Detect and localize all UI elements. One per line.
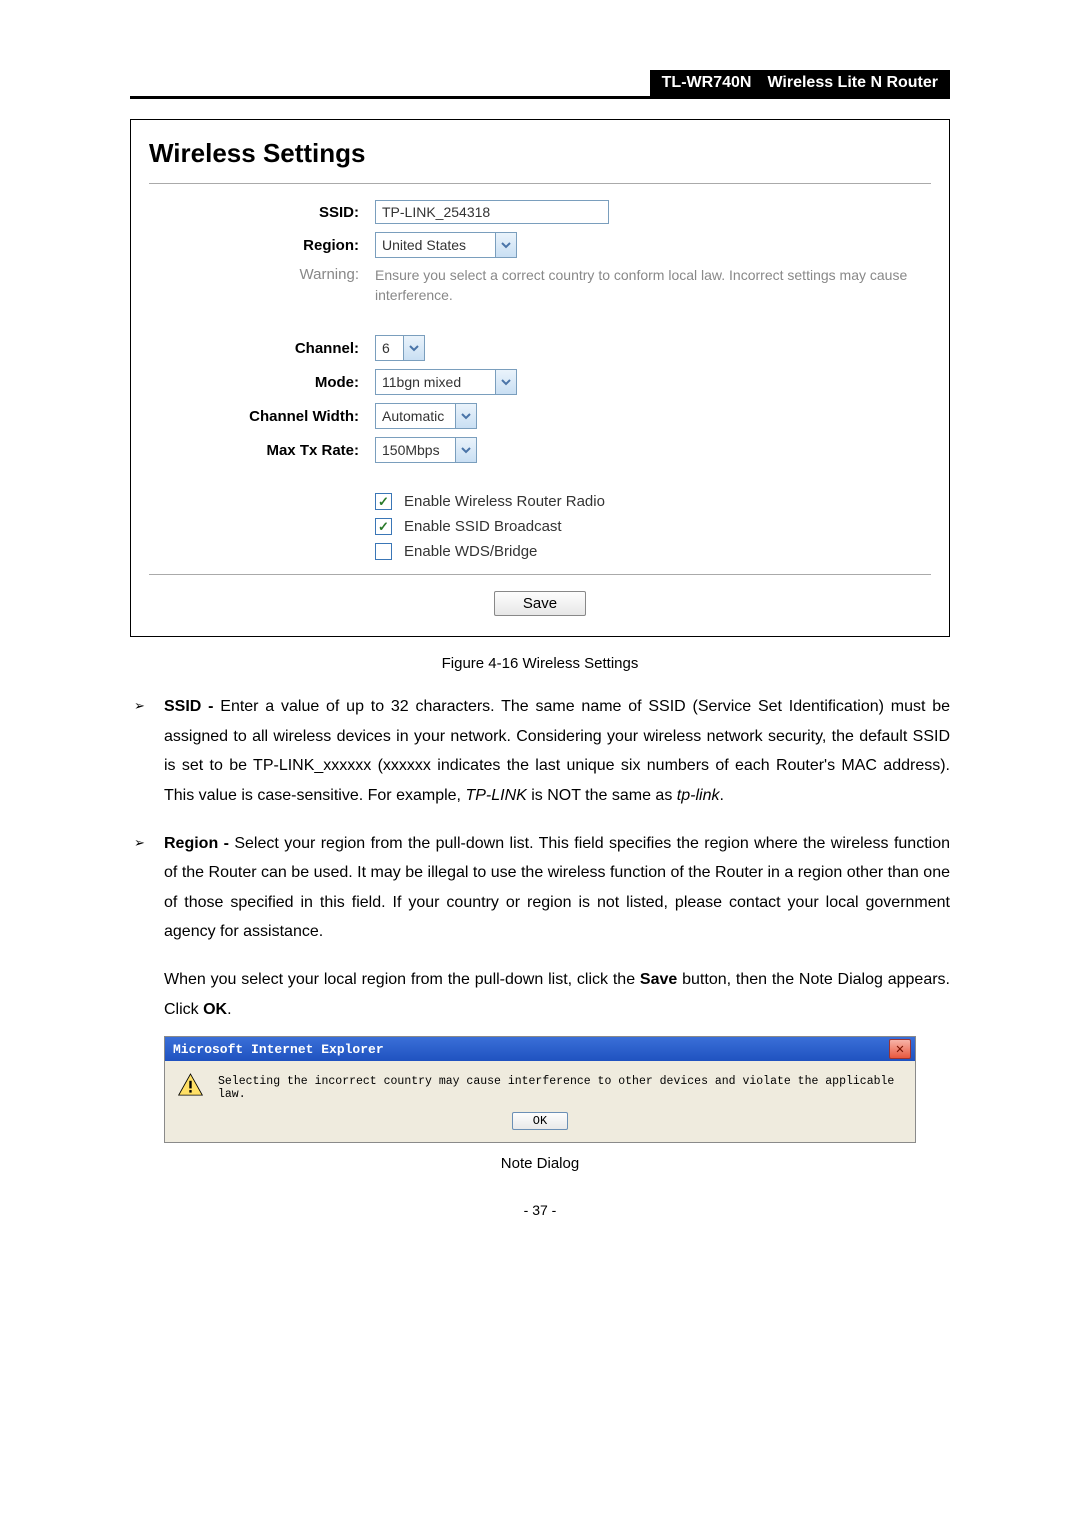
close-icon[interactable]: ✕ xyxy=(889,1039,911,1059)
label-region: Region: xyxy=(149,237,375,254)
region-select[interactable]: United States xyxy=(375,232,517,258)
max-tx-rate-value: 150Mbps xyxy=(376,438,455,462)
label-warning: Warning: xyxy=(149,266,375,283)
checkbox-label-radio: Enable Wireless Router Radio xyxy=(404,493,605,510)
italic-text: TP-LINK xyxy=(465,787,526,804)
header-model: TL-WR740N xyxy=(650,70,764,96)
bullet-list: SSID - Enter a value of up to 32 charact… xyxy=(130,692,950,947)
bullet-region: Region - Select your region from the pul… xyxy=(130,829,950,947)
bullet-lead: Region - xyxy=(164,835,234,852)
paragraph-save-note: When you select your local region from t… xyxy=(130,965,950,1024)
bullet-ssid: SSID - Enter a value of up to 32 charact… xyxy=(130,692,950,810)
para-text: . xyxy=(227,1001,231,1018)
channel-width-value: Automatic xyxy=(376,404,455,428)
ssid-input[interactable] xyxy=(375,200,609,224)
panel-title: Wireless Settings xyxy=(149,138,931,169)
chevron-down-icon xyxy=(455,438,476,462)
italic-text: tp-link xyxy=(677,787,720,804)
channel-select[interactable]: 6 xyxy=(375,335,425,361)
bullet-end: . xyxy=(719,787,723,804)
bullet-lead: SSID - xyxy=(164,698,220,715)
chevron-down-icon xyxy=(495,370,516,394)
doc-header: TL-WR740NWireless Lite N Router xyxy=(130,70,950,99)
checkbox-label-ssidbc: Enable SSID Broadcast xyxy=(404,518,562,535)
checkbox-enable-radio[interactable] xyxy=(375,493,392,510)
header-desc: Wireless Lite N Router xyxy=(763,70,950,96)
mode-select[interactable]: 11bgn mixed xyxy=(375,369,517,395)
wireless-settings-panel: Wireless Settings SSID: Region: United S… xyxy=(130,119,950,637)
dialog-message: Selecting the incorrect country may caus… xyxy=(218,1071,903,1101)
para-bold: Save xyxy=(640,971,677,988)
max-tx-rate-select[interactable]: 150Mbps xyxy=(375,437,477,463)
dialog-title-text: Microsoft Internet Explorer xyxy=(173,1042,384,1057)
label-ssid: SSID: xyxy=(149,204,375,221)
region-value: United States xyxy=(376,233,495,257)
page-number: - 37 - xyxy=(130,1202,950,1218)
panel-divider-bottom xyxy=(149,574,931,575)
chevron-down-icon xyxy=(403,336,424,360)
label-chanwidth: Channel Width: xyxy=(149,408,375,425)
para-text: When you select your local region from t… xyxy=(164,971,640,988)
bullet-mid: is NOT the same as xyxy=(527,787,677,804)
chevron-down-icon xyxy=(455,404,476,428)
warning-text: Ensure you select a correct country to c… xyxy=(375,266,931,305)
panel-divider xyxy=(149,183,931,184)
warning-icon xyxy=(177,1071,204,1099)
checkbox-enable-ssid-broadcast[interactable] xyxy=(375,518,392,535)
checkbox-label-wds: Enable WDS/Bridge xyxy=(404,543,537,560)
dialog-caption: Note Dialog xyxy=(130,1155,950,1172)
ok-button[interactable]: OK xyxy=(512,1112,568,1130)
label-channel: Channel: xyxy=(149,340,375,357)
document-page: TL-WR740NWireless Lite N Router Wireless… xyxy=(0,0,1080,1258)
para-bold: OK xyxy=(203,1001,227,1018)
label-mode: Mode: xyxy=(149,374,375,391)
save-button[interactable]: Save xyxy=(494,591,586,616)
checkbox-enable-wds[interactable] xyxy=(375,543,392,560)
bullet-body: Select your region from the pull-down li… xyxy=(164,835,950,941)
figure-caption: Figure 4-16 Wireless Settings xyxy=(130,655,950,672)
channel-width-select[interactable]: Automatic xyxy=(375,403,477,429)
dialog-titlebar: Microsoft Internet Explorer ✕ xyxy=(165,1037,915,1061)
note-dialog: Microsoft Internet Explorer ✕ Selecting … xyxy=(164,1036,916,1143)
chevron-down-icon xyxy=(495,233,516,257)
channel-value: 6 xyxy=(376,336,403,360)
label-maxrate: Max Tx Rate: xyxy=(149,442,375,459)
mode-value: 11bgn mixed xyxy=(376,370,495,394)
